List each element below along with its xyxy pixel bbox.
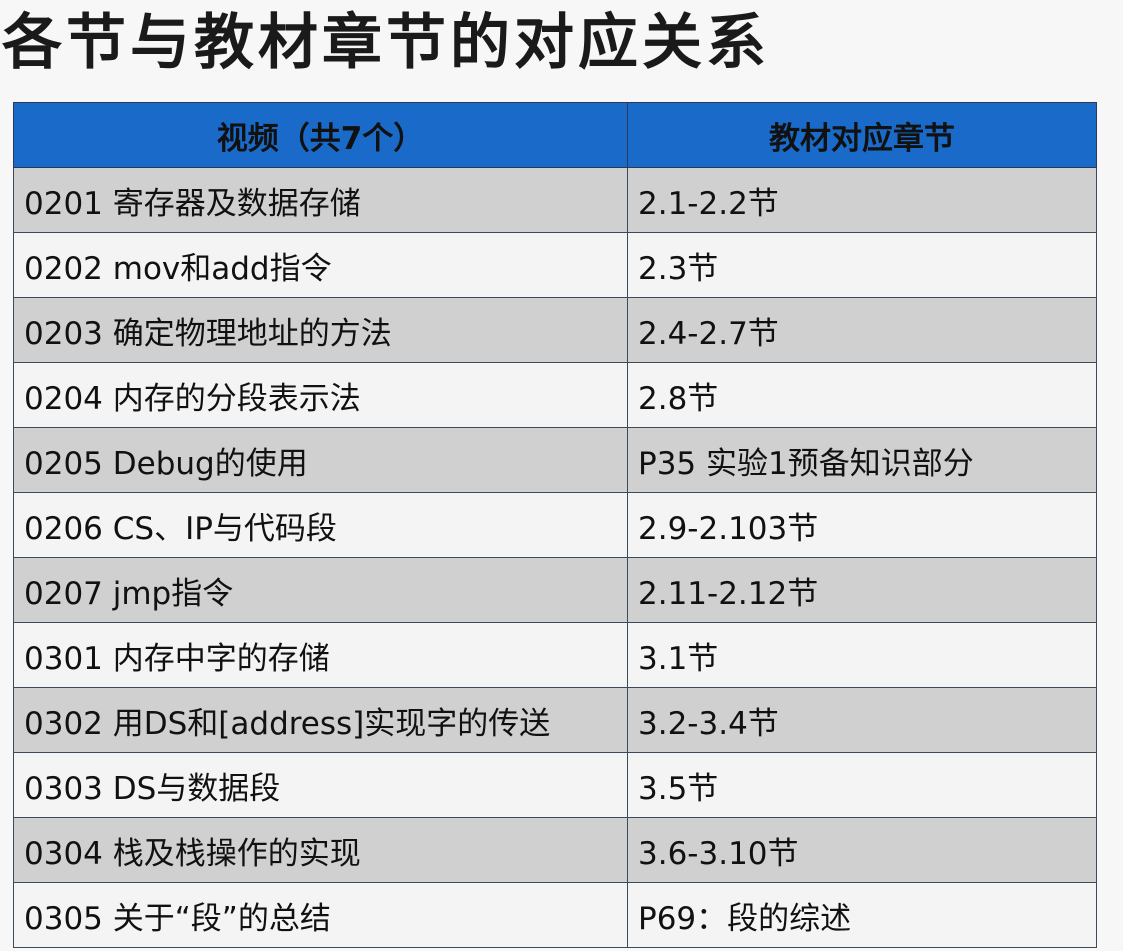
- mapping-table-container: 视频（共7个） 教材对应章节 0201 寄存器及数据存储 2.1-2.2节 02…: [13, 102, 1097, 948]
- chapter-cell: 2.4-2.7节: [627, 297, 1097, 363]
- page-title: 各节与教材章节的对应关系: [2, 8, 770, 78]
- video-cell: 0201 寄存器及数据存储: [13, 167, 628, 233]
- table-row: 0304 栈及栈操作的实现 3.6-3.10节: [13, 817, 1097, 883]
- chapter-cell: P69：段的综述: [627, 882, 1097, 948]
- table-header-row: 视频（共7个） 教材对应章节: [13, 102, 1097, 168]
- table-row: 0305 关于“段”的总结 P69：段的综述: [13, 882, 1097, 948]
- header-video: 视频（共7个）: [13, 102, 628, 168]
- table-row: 0302 用DS和[address]实现字的传送 3.2-3.4节: [13, 687, 1097, 753]
- mapping-table: 视频（共7个） 教材对应章节 0201 寄存器及数据存储 2.1-2.2节 02…: [13, 102, 1097, 948]
- table-row: 0303 DS与数据段 3.5节: [13, 752, 1097, 818]
- chapter-cell: 2.1-2.2节: [627, 167, 1097, 233]
- table-row: 0203 确定物理地址的方法 2.4-2.7节: [13, 297, 1097, 363]
- chapter-cell: 2.11-2.12节: [627, 557, 1097, 623]
- table-row: 0207 jmp指令 2.11-2.12节: [13, 557, 1097, 623]
- video-cell: 0207 jmp指令: [13, 557, 628, 623]
- video-cell: 0305 关于“段”的总结: [13, 882, 628, 948]
- video-cell: 0206 CS、IP与代码段: [13, 492, 628, 558]
- table-row: 0204 内存的分段表示法 2.8节: [13, 362, 1097, 428]
- chapter-cell: 2.8节: [627, 362, 1097, 428]
- video-cell: 0202 mov和add指令: [13, 232, 628, 298]
- video-cell: 0302 用DS和[address]实现字的传送: [13, 687, 628, 753]
- video-cell: 0304 栈及栈操作的实现: [13, 817, 628, 883]
- chapter-cell: 3.2-3.4节: [627, 687, 1097, 753]
- chapter-cell: P35 实验1预备知识部分: [627, 427, 1097, 493]
- chapter-cell: 3.6-3.10节: [627, 817, 1097, 883]
- header-chapter: 教材对应章节: [627, 102, 1097, 168]
- video-cell: 0205 Debug的使用: [13, 427, 628, 493]
- table-row: 0201 寄存器及数据存储 2.1-2.2节: [13, 167, 1097, 233]
- chapter-cell: 2.9-2.103节: [627, 492, 1097, 558]
- table-row: 0205 Debug的使用 P35 实验1预备知识部分: [13, 427, 1097, 493]
- video-cell: 0301 内存中字的存储: [13, 622, 628, 688]
- table-row: 0202 mov和add指令 2.3节: [13, 232, 1097, 298]
- video-cell: 0204 内存的分段表示法: [13, 362, 628, 428]
- chapter-cell: 2.3节: [627, 232, 1097, 298]
- chapter-cell: 3.5节: [627, 752, 1097, 818]
- chapter-cell: 3.1节: [627, 622, 1097, 688]
- table-row: 0206 CS、IP与代码段 2.9-2.103节: [13, 492, 1097, 558]
- video-cell: 0203 确定物理地址的方法: [13, 297, 628, 363]
- video-cell: 0303 DS与数据段: [13, 752, 628, 818]
- table-row: 0301 内存中字的存储 3.1节: [13, 622, 1097, 688]
